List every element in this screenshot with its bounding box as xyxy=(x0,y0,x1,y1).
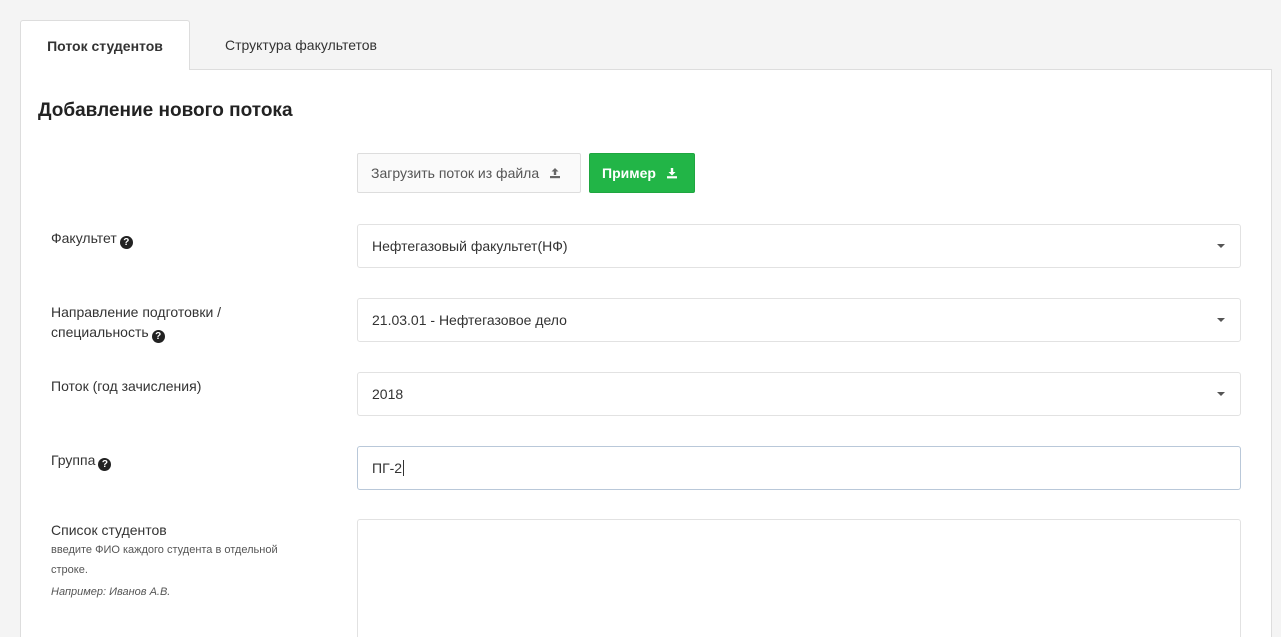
faculty-label-text: Факультет xyxy=(51,230,117,246)
upload-button-label: Загрузить поток из файла xyxy=(371,165,540,181)
tab-bar: Поток студентов Структура факультетов xyxy=(20,20,1272,71)
page: Поток студентов Структура факультетов До… xyxy=(0,0,1281,637)
text-cursor xyxy=(403,460,405,476)
upload-file-button[interactable]: Загрузить поток из файла xyxy=(357,153,581,193)
group-input-value: ПГ-2 xyxy=(372,460,403,476)
direction-select[interactable]: 21.03.01 - Нефтегазовое дело xyxy=(357,298,1241,342)
students-example: Например: Иванов А.В. xyxy=(51,586,171,598)
stream-year-select[interactable]: 2018 xyxy=(357,372,1241,416)
faculty-select-value: Нефтегазовый факультет(НФ) xyxy=(372,238,568,254)
chevron-down-icon xyxy=(1217,318,1225,322)
upload-icon xyxy=(549,155,561,193)
stream-label: Поток (год зачисления) xyxy=(51,378,202,394)
download-icon xyxy=(666,155,678,193)
group-label-text: Группа xyxy=(51,452,96,468)
students-hint-line2: строке. xyxy=(51,564,88,576)
direction-label-line2: специальность xyxy=(51,324,149,340)
students-textarea[interactable] xyxy=(357,519,1241,637)
chevron-down-icon xyxy=(1217,392,1225,396)
faculty-label: Факультет? xyxy=(51,228,133,249)
form-panel: Добавление нового потока Загрузить поток… xyxy=(20,70,1272,637)
direction-select-value: 21.03.01 - Нефтегазовое дело xyxy=(372,312,567,328)
form-title: Добавление нового потока xyxy=(38,100,293,121)
group-label: Группа? xyxy=(51,450,112,471)
sample-download-button[interactable]: Пример xyxy=(589,153,695,193)
question-circle-icon[interactable]: ? xyxy=(98,458,112,471)
question-circle-icon[interactable]: ? xyxy=(119,236,133,249)
stream-select-value: 2018 xyxy=(372,386,404,402)
question-circle-icon[interactable]: ? xyxy=(151,330,165,343)
chevron-down-icon xyxy=(1217,244,1225,248)
direction-label: Направление подготовки / специальность? xyxy=(51,302,221,343)
faculty-select[interactable]: Нефтегазовый факультет(НФ) xyxy=(357,224,1241,268)
students-label: Список студентов xyxy=(51,522,167,538)
tab-faculty-structure[interactable]: Структура факультетов xyxy=(206,20,396,70)
tab-student-stream[interactable]: Поток студентов xyxy=(20,20,190,71)
students-hint-line1: введите ФИО каждого студента в отдельной xyxy=(51,544,278,556)
group-input[interactable]: ПГ-2 xyxy=(357,446,1241,490)
sample-button-label: Пример xyxy=(602,165,656,181)
direction-label-line1: Направление подготовки / xyxy=(51,304,222,320)
